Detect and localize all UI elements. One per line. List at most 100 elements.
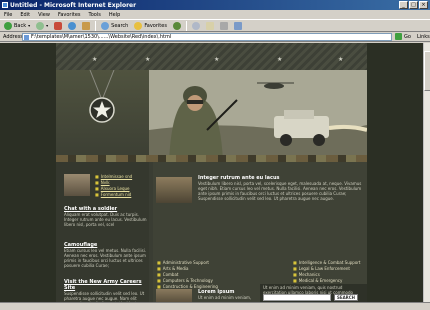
forward-button[interactable]: ▾: [34, 20, 50, 31]
sidebar-link-3[interactable]: ■ Alxuora Leque: [95, 185, 132, 191]
star-icon: ★: [277, 56, 283, 63]
favorites-label: Favorites: [144, 22, 167, 29]
bullet-icon: ■: [293, 271, 297, 277]
print-icon: [219, 21, 228, 30]
stop-icon: [54, 21, 63, 30]
article-camouflage: Camouflage Etiam cursus leo vel metus. N…: [64, 242, 148, 268]
bullet-icon: ■: [293, 259, 297, 265]
article-body: Suspendisse sollicitudin velit sed leo. …: [64, 291, 145, 302]
back-label: Back: [14, 22, 27, 29]
menu-file[interactable]: File: [4, 12, 12, 18]
camo-strip: [56, 155, 367, 162]
chevron-down-icon: ▾: [46, 23, 49, 28]
menu-edit[interactable]: Edit: [20, 12, 30, 18]
services-left: ■ Administrative Support ■ Arts & Media ■ C…: [157, 259, 265, 289]
search-panel: Ut enim ad minim veniam, quis nostrud ex…: [260, 284, 367, 302]
title-bar: Untitled - Microsoft Internet Explorer _…: [0, 0, 430, 10]
soldier-thumbnail-2: [156, 289, 192, 302]
service-link[interactable]: ■ Intelligence & Combat Support: [293, 259, 367, 265]
search-label: Search: [111, 22, 129, 29]
mail-icon: [205, 21, 214, 30]
page-icon: [24, 34, 29, 40]
bullet-icon: ■: [293, 265, 297, 271]
back-arrow-icon: [4, 21, 12, 30]
links-button[interactable]: Links: [417, 34, 430, 40]
print-button[interactable]: [218, 20, 230, 31]
home-button[interactable]: [80, 20, 92, 31]
sidebar-links: ■ Intelmissae snd ■ Nvlk ■ Alxuora Leque ■ F…: [95, 173, 132, 197]
star-icon: ★: [145, 56, 151, 63]
article-careers: Visit the New Army Careers Site Suspendi…: [64, 279, 148, 302]
top-band: ★ ★ ★ ★ ★: [56, 43, 367, 70]
bullet-icon: ■: [95, 191, 99, 197]
lorem-body: Ut enim ad minim veniam, quis nostrud ex…: [198, 295, 252, 300]
sidebar-link-4[interactable]: ■ Formentum nid: [95, 191, 132, 197]
edit-icon: [233, 21, 242, 30]
refresh-button[interactable]: [66, 20, 78, 31]
menu-view[interactable]: View: [38, 12, 50, 18]
article-chat: Chat with a soldier Aliquam erat volutpa…: [64, 206, 148, 227]
article-body: Etiam cursus leo vel metus. Nulla facili…: [64, 248, 147, 268]
army-site: ★ ★ ★ ★ ★ ■ Intelmissae snd ■ Nvlk ■ Alx…: [56, 43, 367, 302]
bullet-icon: ■: [157, 277, 161, 283]
edit-button[interactable]: [232, 20, 244, 31]
menu-help[interactable]: Help: [109, 12, 120, 18]
star-icon: ★: [92, 56, 98, 63]
site-search-button[interactable]: SEARCH: [334, 294, 358, 301]
toolbar-separator: [95, 20, 97, 31]
close-button[interactable]: ×: [419, 1, 428, 9]
minimize-button[interactable]: _: [399, 1, 408, 9]
hero-banner: [56, 69, 367, 162]
chevron-down-icon: ▾: [28, 23, 31, 28]
page-viewport: ★ ★ ★ ★ ★ ■ Intelmissae snd ■ Nvlk ■ Alx…: [0, 43, 423, 302]
ie-app-icon: [2, 2, 8, 8]
forward-arrow-icon: [36, 21, 45, 30]
toolbar-separator: [185, 20, 187, 31]
toolbar: Back ▾ ▾ Search Favorites: [0, 19, 430, 32]
mail-button[interactable]: [204, 20, 216, 31]
stop-button[interactable]: [52, 20, 64, 31]
bullet-icon: ■: [95, 185, 99, 191]
soldiers-thumbnail: [64, 174, 90, 196]
back-button[interactable]: Back ▾: [2, 20, 32, 31]
menu-favorites[interactable]: Favorites: [58, 12, 81, 18]
search-description: Ut enim ad minim veniam, quis nostrud ex…: [263, 285, 353, 294]
history-button[interactable]: [190, 20, 202, 31]
star-icon: ★: [338, 56, 344, 63]
go-arrow-icon: [395, 33, 402, 40]
refresh-icon: [68, 21, 77, 30]
home-icon: [82, 21, 91, 30]
site-search-input[interactable]: [263, 294, 331, 301]
address-label: Address: [3, 33, 23, 40]
star-icon: ★: [214, 56, 220, 63]
address-input[interactable]: F:\templates\M\amer\1530\......\Website\…: [22, 32, 392, 41]
maximize-button[interactable]: □: [409, 1, 418, 9]
soldier-thumbnail: [156, 177, 192, 203]
window-title: Untitled - Microsoft Internet Explorer: [10, 1, 137, 9]
search-button[interactable]: Search: [99, 20, 130, 31]
star-icon: [134, 21, 143, 30]
sidebar-link-1[interactable]: ■ Intelmissae snd: [95, 173, 132, 179]
history-icon: [191, 21, 200, 30]
status-bar: [0, 302, 430, 310]
bullet-icon: ■: [157, 259, 161, 265]
vertical-scrollbar[interactable]: [423, 43, 430, 302]
menu-tools[interactable]: Tools: [89, 12, 101, 18]
browser-window: Untitled - Microsoft Internet Explorer _…: [0, 0, 430, 310]
lorem-block: Lorem ipsum Ut enim ad minim veniam, qui…: [198, 289, 260, 300]
soldier-photo: [149, 70, 367, 162]
article-title[interactable]: Visit the New Army Careers Site: [64, 279, 148, 291]
soldier-scene-image: [149, 70, 367, 162]
intro-body: Vestibulum libero nisl, porta vel, scele…: [198, 181, 362, 201]
search-icon: [101, 21, 110, 30]
go-button[interactable]: Go: [395, 33, 411, 40]
bullet-icon: ■: [293, 277, 297, 283]
favorites-button[interactable]: Favorites: [132, 20, 169, 31]
media-button[interactable]: [171, 20, 183, 31]
bullet-icon: ■: [95, 179, 99, 185]
scrollbar-thumb[interactable]: [424, 51, 430, 91]
go-label: Go: [404, 33, 411, 40]
intro-block: Integer rutrum ante eu lacus Vestibulum …: [198, 175, 366, 201]
menu-bar: File Edit View Favorites Tools Help: [0, 10, 430, 19]
address-bar: Address F:\templates\M\amer\1530\......\…: [0, 32, 430, 42]
